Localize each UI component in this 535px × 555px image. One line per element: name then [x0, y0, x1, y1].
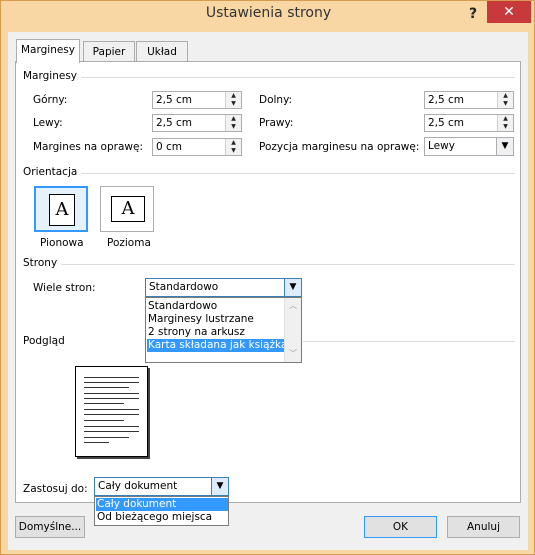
gutter-label: Margines na oprawę:: [33, 141, 143, 153]
dialog-window: Ustawienia strony ? ✕ Marginesy Papier U…: [0, 0, 535, 555]
right-margin-label: Prawy:: [259, 117, 294, 129]
margins-group-label: Marginesy: [23, 70, 82, 82]
cancel-button[interactable]: Anuluj: [447, 516, 520, 538]
group-divider: [77, 173, 515, 174]
dropdown-option[interactable]: Marginesy lustrzane: [147, 313, 286, 326]
pages-group-label: Strony: [23, 257, 62, 269]
gutter-spinner[interactable]: 0 cm ▲ ▼: [152, 138, 242, 156]
orientation-group-label: Orientacja: [23, 166, 82, 178]
tab-papier[interactable]: Papier: [83, 41, 135, 62]
portrait-label: Pionowa: [40, 237, 84, 249]
multiple-pages-select[interactable]: Standardowo ▼: [145, 278, 302, 297]
top-margin-spinner[interactable]: 2,5 cm ▲ ▼: [152, 91, 242, 109]
bottom-margin-value: 2,5 cm: [428, 94, 465, 106]
dropdown-option-selected[interactable]: Karta składana jak książka: [147, 339, 287, 352]
left-margin-spinner[interactable]: 2,5 cm ▲ ▼: [152, 114, 242, 132]
landscape-option[interactable]: A: [100, 186, 154, 232]
apply-to-label: Zastosuj do:: [23, 483, 88, 495]
landscape-label: Pozioma: [107, 237, 151, 249]
spin-down-icon[interactable]: ▼: [226, 100, 241, 108]
chevron-down-icon[interactable]: ▼: [284, 279, 301, 296]
chevron-down-icon[interactable]: ▼: [496, 138, 513, 155]
help-button[interactable]: ?: [459, 3, 487, 25]
top-margin-label: Górny:: [33, 94, 68, 106]
gutter-position-select[interactable]: Lewy ▼: [424, 137, 514, 156]
multiple-pages-label: Wiele stron:: [33, 282, 96, 294]
bottom-margin-spinner[interactable]: 2,5 cm ▲ ▼: [424, 91, 514, 109]
spin-down-icon[interactable]: ▼: [498, 123, 513, 131]
right-margin-value: 2,5 cm: [428, 117, 465, 129]
scroll-down-icon[interactable]: ﹀: [285, 348, 301, 359]
apply-to-select[interactable]: Cały dokument ▼: [94, 477, 229, 496]
spin-down-icon[interactable]: ▼: [226, 147, 241, 155]
portrait-option[interactable]: A: [34, 186, 88, 232]
multiple-pages-value: Standardowo: [149, 281, 219, 293]
spin-down-icon[interactable]: ▼: [498, 100, 513, 108]
bottom-margin-label: Dolny:: [259, 94, 293, 106]
window-title: Ustawienia strony: [205, 5, 332, 21]
right-margin-spinner[interactable]: 2,5 cm ▲ ▼: [424, 114, 514, 132]
group-divider: [71, 77, 515, 78]
scroll-up-icon[interactable]: ︿: [285, 300, 301, 311]
dropdown-option[interactable]: Standardowo: [147, 300, 286, 313]
group-divider: [61, 264, 515, 265]
landscape-page-icon: A: [111, 196, 145, 222]
multiple-pages-dropdown-list: Standardowo Marginesy lustrzane 2 strony…: [145, 297, 302, 363]
preview-group-label: Podgląd: [23, 335, 69, 347]
top-margin-value: 2,5 cm: [156, 94, 193, 106]
gutter-position-label: Pozycja marginesu na oprawę:: [259, 141, 420, 153]
preview-page: [75, 366, 148, 457]
spin-down-icon[interactable]: ▼: [226, 123, 241, 131]
left-margin-value: 2,5 cm: [156, 117, 193, 129]
left-margin-label: Lewy:: [33, 117, 63, 129]
group-divider: [303, 341, 515, 342]
dropdown-option[interactable]: 2 strony na arkusz: [147, 326, 286, 339]
apply-to-dropdown-list: Cały dokument Od bieżącego miejsca: [94, 496, 229, 526]
close-button[interactable]: ✕: [487, 1, 531, 23]
gutter-value: 0 cm: [156, 141, 183, 153]
apply-to-value: Cały dokument: [98, 480, 178, 492]
gutter-position-value: Lewy: [428, 140, 455, 152]
dropdown-option[interactable]: Od bieżącego miejsca: [96, 511, 228, 524]
chevron-down-icon[interactable]: ▼: [211, 478, 228, 495]
ok-button[interactable]: OK: [364, 516, 437, 538]
dropdown-option-selected[interactable]: Cały dokument: [96, 498, 228, 511]
dropdown-scrollbar[interactable]: ︿ ﹀: [284, 298, 301, 362]
default-button[interactable]: Domyślne...: [15, 516, 85, 538]
tab-uklad[interactable]: Układ: [136, 41, 188, 62]
portrait-page-icon: A: [49, 194, 75, 226]
tab-marginesy[interactable]: Marginesy: [16, 39, 80, 63]
